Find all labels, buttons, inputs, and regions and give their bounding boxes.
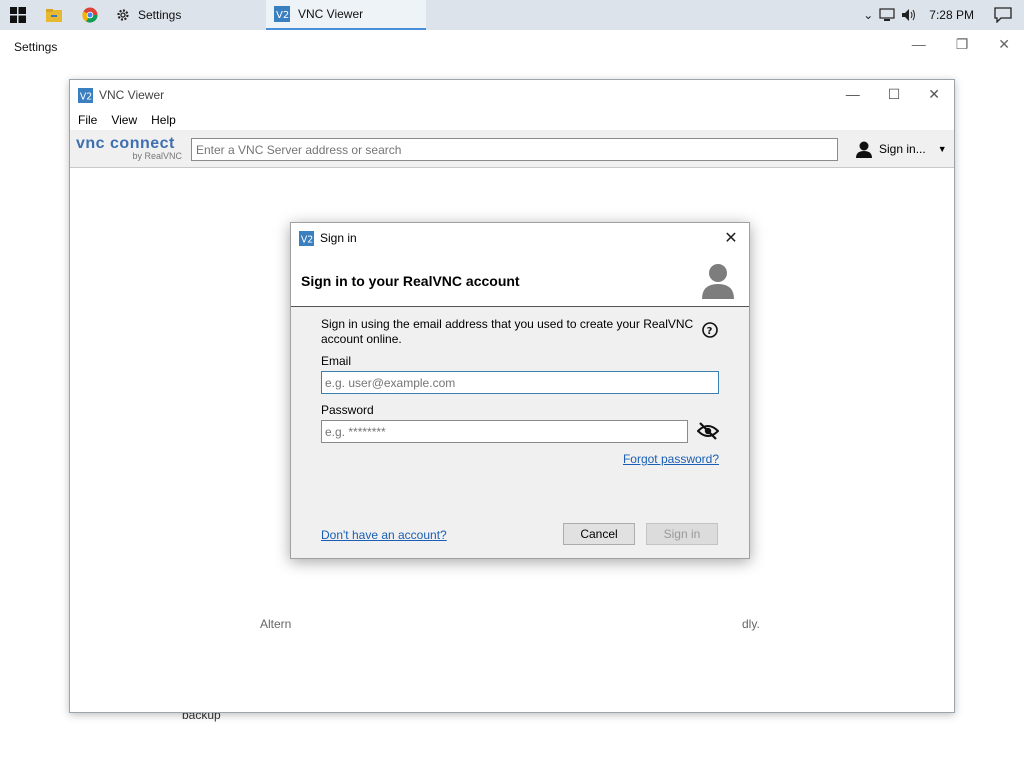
folder-icon	[46, 9, 62, 22]
minimize-icon[interactable]: —	[912, 36, 926, 53]
vnc-titlebar: V2 VNC Viewer	[70, 80, 954, 110]
forgot-password-link[interactable]: Forgot password?	[623, 452, 719, 466]
chrome-taskbar-button[interactable]	[72, 0, 108, 30]
close-icon[interactable]: ✕	[998, 36, 1010, 53]
vnc-server-search-input[interactable]	[191, 138, 838, 161]
sign-in-button[interactable]: Sign in	[646, 523, 718, 545]
body-text-right: dly.	[742, 617, 760, 631]
network-icon[interactable]	[879, 8, 895, 22]
help-icon[interactable]: ?	[702, 322, 718, 338]
svg-text:?: ?	[707, 326, 713, 337]
minimize-icon[interactable]: —	[846, 86, 860, 103]
windows-logo-icon	[10, 7, 26, 23]
email-field[interactable]	[321, 371, 719, 394]
dialog-titlebar: V2 Sign in	[291, 223, 749, 253]
menu-file[interactable]: File	[78, 113, 97, 127]
dialog-intro-text: Sign in using the email address that you…	[321, 317, 694, 346]
eye-slash-icon	[697, 422, 719, 440]
logo-line2: by RealVNC	[132, 151, 182, 161]
dialog-body: Sign in using the email address that you…	[291, 307, 749, 558]
file-explorer-taskbar-button[interactable]	[36, 0, 72, 30]
vnc-logo-icon: V2	[299, 230, 314, 246]
vnc-logo-icon: V2	[78, 87, 93, 103]
svg-text:V2: V2	[301, 234, 313, 245]
toolbar-sign-in-button[interactable]: Sign in... ▼	[855, 140, 947, 158]
menu-bar: File View Help	[70, 110, 954, 130]
gear-icon	[117, 9, 129, 21]
settings-window-controls: — ❐ ✕	[912, 36, 1010, 53]
toolbar-sign-in-label: Sign in...	[879, 142, 926, 156]
no-account-link[interactable]: Don't have an account?	[321, 528, 447, 542]
start-button[interactable]	[0, 0, 36, 30]
svg-text:V2: V2	[276, 10, 289, 21]
close-icon[interactable]: ✕	[928, 86, 940, 103]
restore-icon[interactable]: ❐	[956, 36, 969, 53]
body-text-left: Altern	[260, 617, 292, 631]
system-tray: ⌄ 7:28 PM	[863, 0, 1024, 30]
vnc-logo-icon: V2	[274, 6, 290, 22]
settings-taskbar-button[interactable]: Settings	[108, 0, 266, 30]
email-label: Email	[321, 354, 352, 368]
menu-help[interactable]: Help	[151, 113, 176, 127]
maximize-icon[interactable]: ☐	[888, 86, 901, 103]
vnc-viewer-taskbar-button[interactable]: V2 VNC Viewer	[266, 0, 426, 30]
settings-window-title: Settings	[14, 40, 58, 54]
sign-in-dialog: V2 Sign in ✕ Sign in to your RealVNC acc…	[290, 222, 750, 559]
cancel-button[interactable]: Cancel	[563, 523, 635, 545]
chevron-up-icon[interactable]: ⌄	[863, 8, 873, 22]
toggle-password-visibility-button[interactable]	[696, 420, 720, 442]
dialog-header: Sign in to your RealVNC account	[291, 253, 749, 307]
vnc-window-title: VNC Viewer	[99, 88, 165, 102]
logo-line1: vnc connect	[76, 135, 175, 152]
clock[interactable]: 7:28 PM	[929, 8, 974, 22]
vnc-toolbar: vnc connect by RealVNC Sign in... ▼	[70, 130, 954, 168]
password-label: Password	[321, 403, 374, 417]
vnc-task-label: VNC Viewer	[298, 7, 364, 21]
dialog-close-icon[interactable]: ✕	[721, 228, 741, 248]
avatar-icon	[702, 264, 734, 299]
svg-text:V2: V2	[80, 91, 92, 102]
vnc-connect-logo: vnc connect by RealVNC	[70, 136, 190, 161]
notification-icon[interactable]	[994, 7, 1012, 23]
password-field[interactable]	[321, 420, 688, 443]
dialog-heading: Sign in to your RealVNC account	[301, 273, 520, 289]
volume-icon[interactable]	[901, 8, 917, 22]
chevron-down-icon: ▼	[937, 144, 947, 154]
taskbar: Settings V2 VNC Viewer ⌄ 7:28 PM	[0, 0, 1024, 30]
chrome-icon	[82, 7, 98, 23]
vnc-window-controls: — ☐ ✕	[846, 86, 940, 103]
dialog-title: Sign in	[320, 231, 357, 245]
menu-view[interactable]: View	[111, 113, 137, 127]
user-icon	[856, 141, 872, 158]
settings-task-label: Settings	[138, 8, 182, 22]
